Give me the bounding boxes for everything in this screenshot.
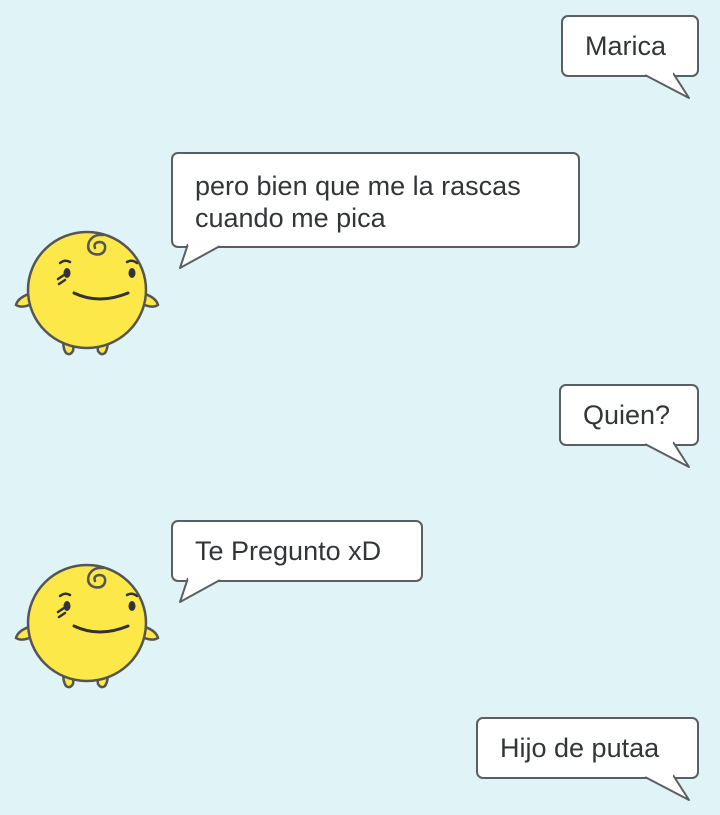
bubble-tail-icon (179, 242, 221, 269)
user-message: Quien? (559, 384, 699, 446)
user-message: Hijo de putaa (476, 717, 699, 779)
message-text: Quien? (559, 384, 699, 446)
bubble-tail-icon (644, 440, 690, 468)
message-text: pero bien que me la rascas cuando me pic… (171, 152, 580, 248)
yellow-blob-mascot-icon (14, 230, 160, 356)
bot-message: pero bien que me la rascas cuando me pic… (171, 152, 580, 248)
bot-message: Te Pregunto xD (171, 520, 423, 582)
bubble-tail-icon (644, 773, 690, 801)
message-text: Te Pregunto xD (171, 520, 423, 582)
yellow-blob-mascot-icon (14, 563, 160, 689)
message-text: Marica (561, 15, 699, 77)
chat-thread: Marica pero bien que me la rascas cuando… (0, 0, 720, 815)
message-text: Hijo de putaa (476, 717, 699, 779)
user-message: Marica (561, 15, 699, 77)
bubble-tail-icon (644, 71, 690, 99)
bubble-tail-icon (179, 576, 221, 603)
